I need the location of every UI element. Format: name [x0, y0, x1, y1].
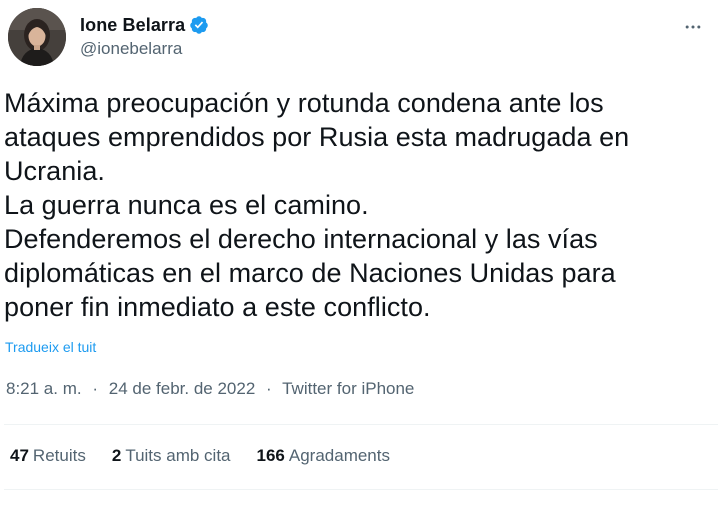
meta-separator: · — [266, 379, 272, 398]
more-dots-icon — [685, 25, 701, 29]
verified-badge-icon — [189, 15, 209, 35]
tweet-time[interactable]: 8:21 a. m. — [6, 379, 82, 398]
author-info: Ione Belarra @ionebelarra — [80, 13, 209, 59]
stat-count: 47 — [10, 446, 29, 465]
stat-count: 2 — [111, 446, 122, 465]
divider — [4, 424, 718, 425]
stat-label: Tuits amb cita — [125, 446, 231, 465]
divider — [4, 489, 718, 490]
tweet-date[interactable]: 24 de febr. de 2022 — [109, 379, 256, 398]
quote-tweets-stat[interactable]: 2 Tuits amb cita — [112, 446, 231, 466]
stat-label: Retuits — [32, 446, 86, 465]
tweet-text: Máxima preocupación y rotunda condena an… — [4, 88, 630, 322]
tweet-source[interactable]: Twitter for iPhone — [282, 379, 414, 398]
translate-tweet-link[interactable]: Tradueix el tuit — [5, 339, 96, 355]
tweet-metadata: 8:21 a. m. · 24 de febr. de 2022 · Twitt… — [6, 379, 414, 399]
tweet-stats: 47 Retuits 2 Tuits amb cita 166 Agradaments — [10, 446, 390, 466]
author-display-name[interactable]: Ione Belarra — [80, 15, 185, 36]
author-name-row[interactable]: Ione Belarra — [80, 13, 209, 37]
tweet-header: Ione Belarra @ionebelarra — [8, 8, 714, 68]
avatar-portrait-icon — [8, 8, 66, 66]
more-options-button[interactable] — [680, 14, 706, 40]
avatar[interactable] — [8, 8, 66, 66]
likes-stat[interactable]: 166 Agradaments — [257, 446, 391, 466]
author-handle[interactable]: @ionebelarra — [80, 39, 209, 59]
retweets-stat[interactable]: 47 Retuits — [10, 446, 86, 466]
stat-count: 166 — [256, 446, 285, 465]
meta-separator: · — [92, 379, 99, 398]
stat-label: Agradaments — [288, 446, 390, 465]
